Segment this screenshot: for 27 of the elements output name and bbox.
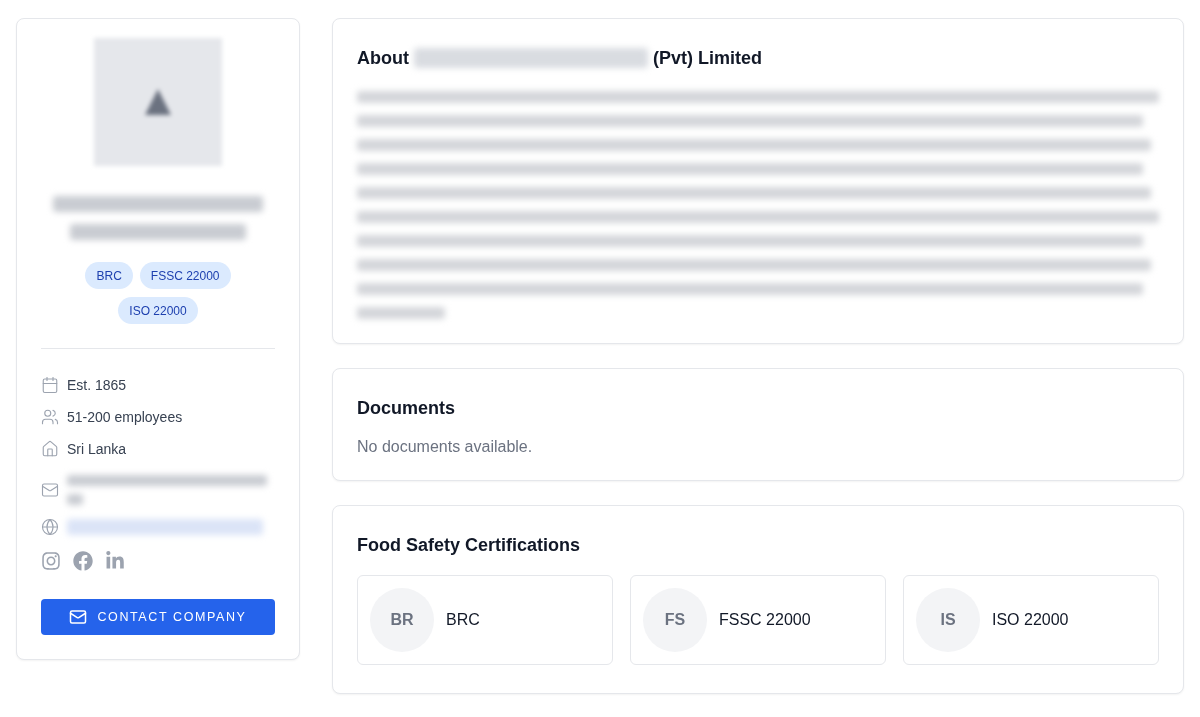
calendar-icon xyxy=(41,376,59,394)
facebook-icon[interactable] xyxy=(73,551,93,571)
certification-badge: BRC xyxy=(85,262,133,289)
empty-message: No documents available. xyxy=(357,438,533,456)
initials-avatar: BR xyxy=(370,588,434,652)
contact-company-button[interactable]: CONTACT COMPANY xyxy=(41,599,275,635)
people-icon xyxy=(41,408,59,426)
instagram-icon[interactable] xyxy=(41,551,61,571)
initials-avatar: FS xyxy=(643,588,707,652)
initials-avatar: IS xyxy=(916,588,980,652)
mail-icon xyxy=(41,481,59,499)
detail-text: Est. 1865 xyxy=(67,377,127,393)
globe-icon xyxy=(41,518,59,536)
certification-badge: FSSC 22000 xyxy=(139,262,231,289)
section-heading: Food Safety Certifications xyxy=(357,534,581,557)
detail-text: 51-200 employees xyxy=(67,409,183,425)
section-heading: Documents xyxy=(357,397,455,420)
linkedin-icon[interactable] xyxy=(105,551,125,571)
certification-name: ISO 22000 xyxy=(992,611,1069,629)
section-heading: (Pvt) Limited xyxy=(653,47,762,70)
section-heading: About xyxy=(357,47,409,70)
detail-text: Sri Lanka xyxy=(67,441,127,457)
certification-name: BRC xyxy=(446,611,480,629)
house-icon xyxy=(41,440,59,458)
certification-name: FSSC 22000 xyxy=(719,611,811,629)
certification-badge: ISO 22000 xyxy=(118,297,198,324)
mail-icon xyxy=(69,608,88,626)
